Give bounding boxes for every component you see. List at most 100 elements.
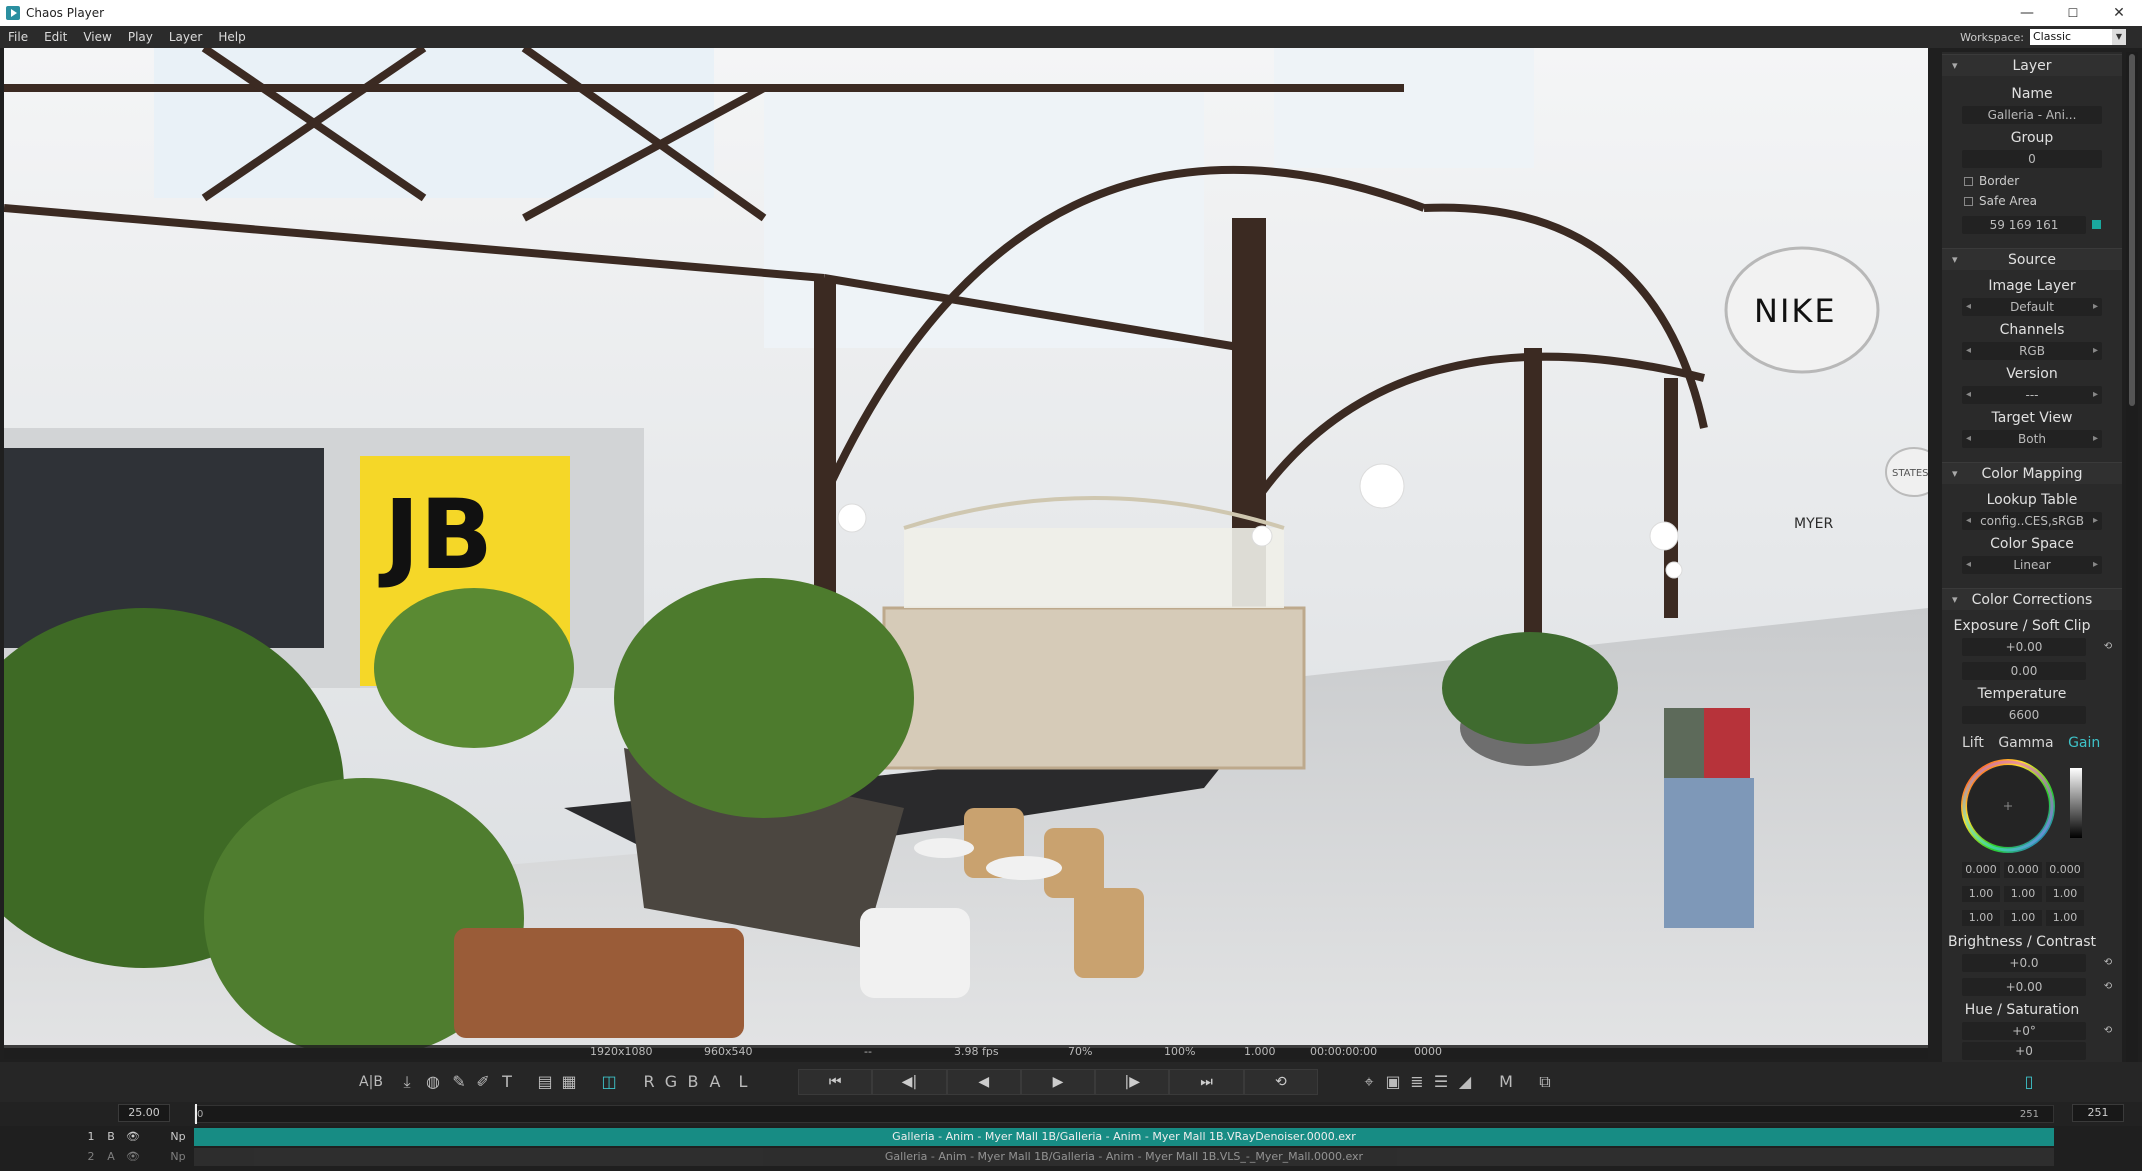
film-layers-icon[interactable]: ▦ <box>560 1072 578 1092</box>
brightness-field[interactable]: +0.0 <box>1962 954 2086 972</box>
channel-a-button[interactable]: A <box>706 1072 724 1092</box>
tab-gain[interactable]: Gain <box>2068 735 2100 751</box>
menu-layer[interactable]: Layer <box>161 30 210 44</box>
title-bar: Chaos Player — ☐ ✕ <box>0 0 2142 26</box>
section-color-mapping[interactable]: Color Mapping <box>1942 462 2122 485</box>
last-frame-button[interactable]: ⏭ <box>1169 1069 1244 1095</box>
reset-icon[interactable]: ⟲ <box>2102 641 2114 653</box>
reset-icon[interactable]: ⟲ <box>2102 1025 2114 1037</box>
menu-file[interactable]: File <box>0 30 36 44</box>
reset-icon[interactable]: ⟲ <box>2102 957 2114 969</box>
channels-select[interactable]: RGB <box>1962 342 2102 360</box>
film-icon[interactable]: ▤ <box>536 1072 554 1092</box>
gamma-g-field[interactable]: 1.00 <box>2004 886 2042 902</box>
temperature-field[interactable]: 6600 <box>1962 706 2086 724</box>
end-frame-input[interactable]: 251 <box>2072 1104 2124 1122</box>
border-checkbox[interactable]: Border <box>1964 174 2019 188</box>
lines-icon[interactable]: ☰ <box>1432 1072 1450 1092</box>
channel-l-button[interactable]: L <box>734 1072 752 1092</box>
layer-track-active[interactable]: Galleria - Anim - Myer Mall 1B/Galleria … <box>194 1128 2054 1146</box>
tab-lift[interactable]: Lift <box>1962 735 1984 751</box>
ab-compare-button[interactable]: A|B <box>358 1072 384 1092</box>
text-tool-icon[interactable]: T <box>498 1072 516 1092</box>
safe-area-checkbox[interactable]: Safe Area <box>1964 194 2037 208</box>
split-view-icon[interactable]: ◫ <box>600 1072 618 1092</box>
workspace-dropdown[interactable]: Classic <box>2030 29 2126 45</box>
menu-view[interactable]: View <box>75 30 119 44</box>
minimize-button[interactable]: — <box>2004 0 2050 26</box>
lift-r-field[interactable]: 0.000 <box>1962 862 2000 878</box>
layer-row[interactable]: 1 B 👁 Np Galleria - Anim - Myer Mall 1B/… <box>80 1128 2142 1146</box>
section-layer[interactable]: Layer <box>1942 54 2122 77</box>
gain-slider[interactable] <box>2070 768 2082 838</box>
scrollbar-thumb[interactable] <box>2129 54 2135 406</box>
layer-row[interactable]: 2 A 👁 Np Galleria - Anim - Myer Mall 1B/… <box>80 1148 2142 1166</box>
checkbox-box[interactable] <box>1964 196 1973 206</box>
image-viewport[interactable]: JB NIKE STATES MYER <box>4 48 1928 1048</box>
exposure-field[interactable]: +0.00 <box>1962 638 2086 656</box>
timeline-end-label: 251 <box>2019 1109 2039 1120</box>
channel-r-button[interactable]: R <box>640 1072 658 1092</box>
layer-ab-slot[interactable]: A <box>104 1149 118 1165</box>
saturation-field[interactable]: +0 <box>1962 1042 2086 1060</box>
softclip-field[interactable]: 0.00 <box>1962 662 2086 680</box>
loop-button[interactable]: ⟲ <box>1243 1069 1318 1095</box>
brush-icon[interactable]: ✐ <box>474 1072 492 1092</box>
playhead[interactable] <box>195 1104 197 1124</box>
checker-icon[interactable]: ▣ <box>1384 1072 1402 1092</box>
gain-g-field[interactable]: 1.00 <box>2004 910 2042 926</box>
hue-field[interactable]: +0° <box>1962 1022 2086 1040</box>
color-space-select[interactable]: Linear <box>1962 556 2102 574</box>
ramp-icon[interactable]: ◢ <box>1456 1072 1474 1092</box>
section-color-corrections[interactable]: Color Corrections <box>1942 588 2122 611</box>
layer-ab-slot[interactable]: B <box>104 1129 118 1145</box>
tab-gamma[interactable]: Gamma <box>1998 735 2053 751</box>
globe-icon[interactable]: ◍ <box>424 1072 442 1092</box>
contrast-field[interactable]: +0.00 <box>1962 978 2086 996</box>
gain-r-field[interactable]: 1.00 <box>1962 910 2000 926</box>
image-layer-select[interactable]: Default <box>1962 298 2102 316</box>
play-forward-button[interactable]: ▶ <box>1020 1069 1096 1095</box>
lift-g-field[interactable]: 0.000 <box>2004 862 2042 878</box>
next-frame-button[interactable]: |▶ <box>1095 1069 1170 1095</box>
gain-b-field[interactable]: 1.00 <box>2046 910 2084 926</box>
channel-b-button[interactable]: B <box>684 1072 702 1092</box>
target-icon[interactable]: ⌖ <box>1360 1072 1378 1092</box>
layer-track[interactable]: Galleria - Anim - Myer Mall 1B/Galleria … <box>194 1148 2054 1166</box>
lift-b-field[interactable]: 0.000 <box>2046 862 2084 878</box>
name-field[interactable]: Galleria - Ani... <box>1962 106 2102 124</box>
gamma-r-field[interactable]: 1.00 <box>1962 886 2000 902</box>
panel-scrollbar[interactable] <box>2126 52 2138 1062</box>
fps-input[interactable]: 25.00 <box>118 1104 170 1122</box>
panel-toggle-icon[interactable]: ▯ <box>2020 1072 2038 1092</box>
stack-icon[interactable]: ⤓ <box>398 1072 416 1092</box>
color-wheel[interactable] <box>1960 758 2056 854</box>
lookup-table-select[interactable]: config..CES,sRGB <box>1962 512 2102 530</box>
menu-edit[interactable]: Edit <box>36 30 75 44</box>
prev-frame-button[interactable]: ◀| <box>872 1069 947 1095</box>
timeline-ruler[interactable]: 0 251 <box>194 1104 2054 1124</box>
target-view-select[interactable]: Both <box>1962 430 2102 448</box>
layer-color-swatch[interactable] <box>2092 220 2101 229</box>
m-button[interactable]: M <box>1496 1072 1516 1092</box>
compare-icon[interactable]: ⧉ <box>1536 1072 1554 1092</box>
close-button[interactable]: ✕ <box>2096 0 2142 26</box>
menu-help[interactable]: Help <box>210 30 253 44</box>
version-select[interactable]: --- <box>1962 386 2102 404</box>
pen-icon[interactable]: ✎ <box>450 1072 468 1092</box>
channel-g-button[interactable]: G <box>662 1072 680 1092</box>
gamma-b-field[interactable]: 1.00 <box>2046 886 2084 902</box>
group-field[interactable]: 0 <box>1962 150 2102 168</box>
eye-icon[interactable]: 👁 <box>124 1149 142 1165</box>
checkbox-box[interactable] <box>1964 176 1973 186</box>
reset-icon[interactable]: ⟲ <box>2102 981 2114 993</box>
menu-play[interactable]: Play <box>120 30 161 44</box>
stack-down-icon[interactable]: ≣ <box>1408 1072 1426 1092</box>
section-source[interactable]: Source <box>1942 248 2122 271</box>
maximize-button[interactable]: ☐ <box>2050 0 2096 26</box>
eye-icon[interactable]: 👁 <box>124 1129 142 1145</box>
timecode-readout: 00:00:00:00 <box>1310 1045 1378 1058</box>
first-frame-button[interactable]: ⏮ <box>798 1069 873 1095</box>
layer-color-field[interactable]: 59 169 161 <box>1962 216 2086 234</box>
play-backward-button[interactable]: ◀ <box>946 1069 1021 1095</box>
